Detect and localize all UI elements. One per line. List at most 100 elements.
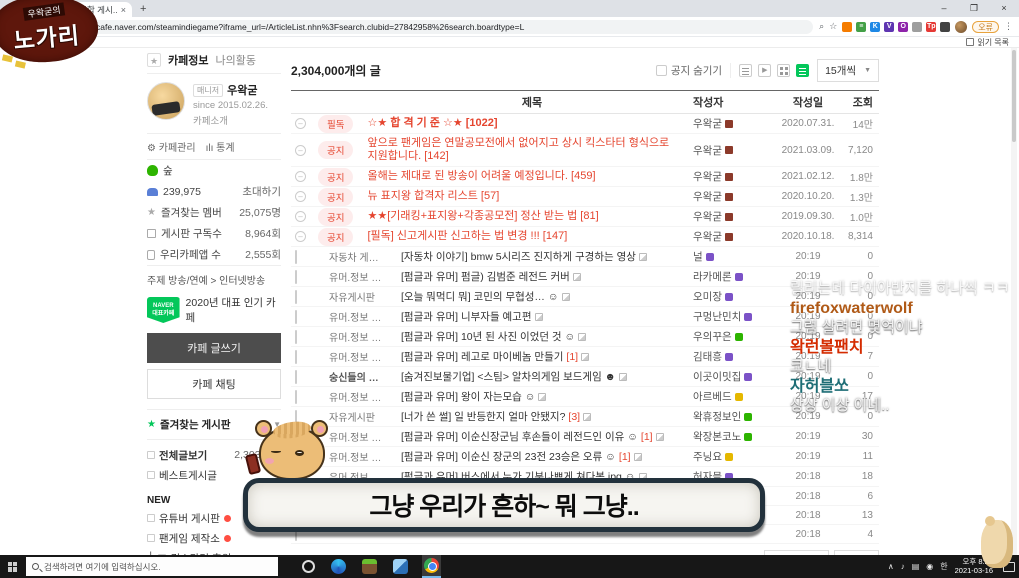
post-title-text[interactable]: [숨겨진보물기업] <스팀> 알차의게임 보드게임 ☻ [401,369,616,384]
collapse-notice-icon[interactable]: – [295,171,306,182]
post-checkbox[interactable] [295,349,297,364]
new-tab-button[interactable]: + [140,3,146,15]
post-title-text[interactable]: [펌글과 유머] 니부자들 예고편 [401,309,532,324]
post-row[interactable]: 자유게시판 [너가 쓴 썰] 일 반등한지 얼마 안됐지? [3] 왁휴정보인 20:1… [291,407,879,427]
post-row[interactable]: 유머.정보 … [펌글과 유머] 니부자들 예고편 구멍난민치 20:19 0 [291,307,879,327]
post-author[interactable]: 널 [689,249,777,264]
taskbar-app-edge[interactable] [329,555,348,578]
column-views[interactable]: 조회 [839,94,879,110]
post-title[interactable]: [오늘 뭐먹디 뭐] 코민의 무협성… ☺ [387,287,689,306]
post-board[interactable]: 자유게시판 [329,289,387,304]
post-board[interactable]: 유머.정보 … [329,349,387,364]
notice-row[interactable]: – 공지 [필독] 신고게시판 신고하는 법 변경 !!! [147] 우왁굳 2020… [291,227,879,247]
notice-row[interactable]: – 공지 ★★[기래킹+표지왕+각종공모전] 정산 받는 법 [81] 우왁굳 2019… [291,207,879,227]
post-title-text[interactable]: [펌글과 유머] 왕이 자는모습 ☺ [401,389,535,404]
scrollbar-thumb[interactable] [1012,50,1016,142]
notice-row[interactable]: – 공지 앞으로 팬게임은 연말공모전에서 없어지고 상시 킥스타터 형식으로 지원… [291,134,879,167]
board-label[interactable]: 팬게임 제작소 [159,531,220,546]
invite-link[interactable]: 초대하기 [242,184,281,199]
favorite-boards-label[interactable]: 즐겨찾는 게시판 [160,417,231,432]
extension-icon[interactable] [940,21,951,32]
bookmark-star-icon[interactable]: ☆ [829,21,837,32]
tray-icon[interactable]: ∧ [888,562,894,571]
taskbar-app-chrome[interactable] [422,555,441,578]
notice-title[interactable]: 앞으로 팬게임은 연말공모전에서 없어지고 상시 킥스타터 형식으로 지원합니다… [353,134,689,166]
post-title[interactable] [387,532,689,536]
tray-icon[interactable]: ◉ [926,562,933,571]
hide-notice-checkbox[interactable] [655,64,667,76]
post-author[interactable]: 우의꾸은 [689,329,777,344]
taskbar-search[interactable]: 검색하려면 여기에 입력하십시오. [26,557,278,576]
card-view-icon[interactable] [777,63,791,77]
post-row[interactable]: 자동차 게… [자동차 이야기] bmw 5시리즈 진지하게 구경하는 영상 널 20… [291,247,879,267]
post-row[interactable]: 유머.정보 … [펌글과 유머] 이순신장군님 후손들이 레전드인 이유 ☺ [1]… [291,427,879,447]
notice-row[interactable]: – 필독 ☆★ 합 격 기 준 ☆★ [1022] 우왁굳 2020.07.31. 14만 [291,114,879,134]
profile-avatar[interactable] [955,20,968,33]
post-title-text[interactable]: [펌글과 유머] 레고로 마이베놈 만들기 [401,349,563,364]
post-title-text[interactable]: [너가 쓴 썰] 일 반등한지 얼마 안됐지? [401,409,565,424]
collapse-notice-icon[interactable]: – [295,231,306,242]
post-checkbox[interactable] [295,289,297,304]
post-board[interactable]: 숭신들의 … [329,369,387,384]
taskbar-app-obs[interactable] [300,555,317,578]
post-board[interactable]: 자동차 게… [329,249,387,264]
extension-icon[interactable]: Tp [926,21,937,32]
post-title[interactable]: [펌글과 유머] 펌글) 김범준 레전드 커버 [387,267,689,286]
notice-title[interactable]: ☆★ 합 격 기 준 ☆★ [1022] [353,114,689,133]
board-label[interactable]: 베스트게시글 [159,468,217,483]
tray-icon[interactable]: ♪ [901,562,905,571]
media-view-icon[interactable] [758,63,772,77]
cafe-avatar[interactable] [147,82,185,120]
post-title[interactable]: [너가 쓴 썰] 일 반등한지 얼마 안됐지? [3] [387,407,689,426]
minimize-button[interactable]: – [929,0,959,17]
post-board[interactable]: 유머.정보 … [329,329,387,344]
notice-author[interactable]: 우왁굳 [689,209,777,224]
manager-name[interactable]: 우왁굳 [227,82,257,98]
compact-view-icon-active[interactable] [796,63,810,77]
hide-notice-label[interactable]: 공지 숨기기 [671,63,722,78]
cafe-write-button[interactable]: 카페 글쓰기 [147,333,281,363]
post-board[interactable]: 유머.정보 … [329,269,387,284]
tab-close-icon[interactable]: × [121,5,126,15]
error-chip[interactable]: 오류 [972,20,999,33]
post-author[interactable]: 오미장 [689,289,777,304]
post-title[interactable]: [펌글과 유머] 왕이 자는모습 ☺ [387,387,689,406]
post-checkbox[interactable] [295,329,297,344]
collapse-notice-icon[interactable]: – [295,211,306,222]
post-title[interactable]: [펌글과 유머] 니부자들 예고편 [387,307,689,326]
notice-author[interactable]: 우왁굳 [689,116,777,131]
notice-title[interactable]: 올해는 제대로 된 방송이 어려울 예정입니다. [459] [353,167,689,186]
post-author[interactable]: 왁휴정보인 [689,409,777,424]
list-view-icon[interactable] [739,63,753,77]
column-title[interactable]: 제목 [375,94,689,110]
post-title-text[interactable]: [펌글과 유머] 펌글) 김범준 레전드 커버 [401,269,570,284]
post-checkbox[interactable] [295,309,297,324]
zoom-icon[interactable]: ⌕ [819,21,824,32]
notice-title[interactable]: ★★[기래킹+표지왕+각종공모전] 정산 받는 법 [81] [353,207,689,226]
post-title-text[interactable]: [펌글과 유머] 10년 된 사진 이었던 것 ☺ [401,329,575,344]
post-row[interactable]: 유머.정보 … [펌글과 유머] 10년 된 사진 이었던 것 ☺ 우의꾸은 20:1… [291,327,879,347]
extension-icon[interactable]: K [870,21,881,32]
post-title-text[interactable]: [펌글과 유머] 이순신 장군의 23전 23승은 오류 ☺ [401,449,616,464]
maximize-button[interactable]: ❐ [959,0,989,17]
post-title[interactable]: [펌글과 유머] 레고로 마이베놈 만들기 [1] [387,347,689,366]
notice-title[interactable]: [필독] 신고게시판 신고하는 법 변경 !!! [147] [353,227,689,246]
tray-icon[interactable]: ▤ [912,562,920,571]
cafe-stats-link[interactable]: ılı 통계 [206,139,235,154]
column-author[interactable]: 작성자 [689,94,777,110]
post-author[interactable]: 왁장본코노 [689,429,777,444]
notice-author[interactable]: 우왁굳 [689,169,777,184]
post-checkbox[interactable] [295,389,297,404]
notice-row[interactable]: – 공지 올해는 제대로 된 방송이 어려울 예정입니다. [459] 우왁굳 2021… [291,167,879,187]
post-title[interactable]: [펌글과 유머] 10년 된 사진 이었던 것 ☺ [387,327,689,346]
post-title-text[interactable]: [펌글과 유머] 이순신장군님 후손들이 레전드인 이유 ☺ [401,429,638,444]
post-checkbox[interactable] [295,249,297,264]
taskbar-app-explorer[interactable] [391,555,410,578]
post-title[interactable]: [자동차 이야기] bmw 5시리즈 진지하게 구경하는 영상 [387,247,689,266]
favorite-cafe-icon[interactable]: ★ [147,53,161,67]
post-checkbox[interactable] [295,369,297,384]
collapse-notice-icon[interactable]: – [295,191,306,202]
extension-icon[interactable]: O [898,21,909,32]
post-row[interactable]: 자유게시판 [오늘 뭐먹디 뭐] 코민의 무협성… ☺ 오미장 20:19 0 [291,287,879,307]
post-row[interactable]: 유머.정보 … [펌글과 유머] 이순신 장군의 23전 23승은 오류 ☺ [1]… [291,447,879,467]
